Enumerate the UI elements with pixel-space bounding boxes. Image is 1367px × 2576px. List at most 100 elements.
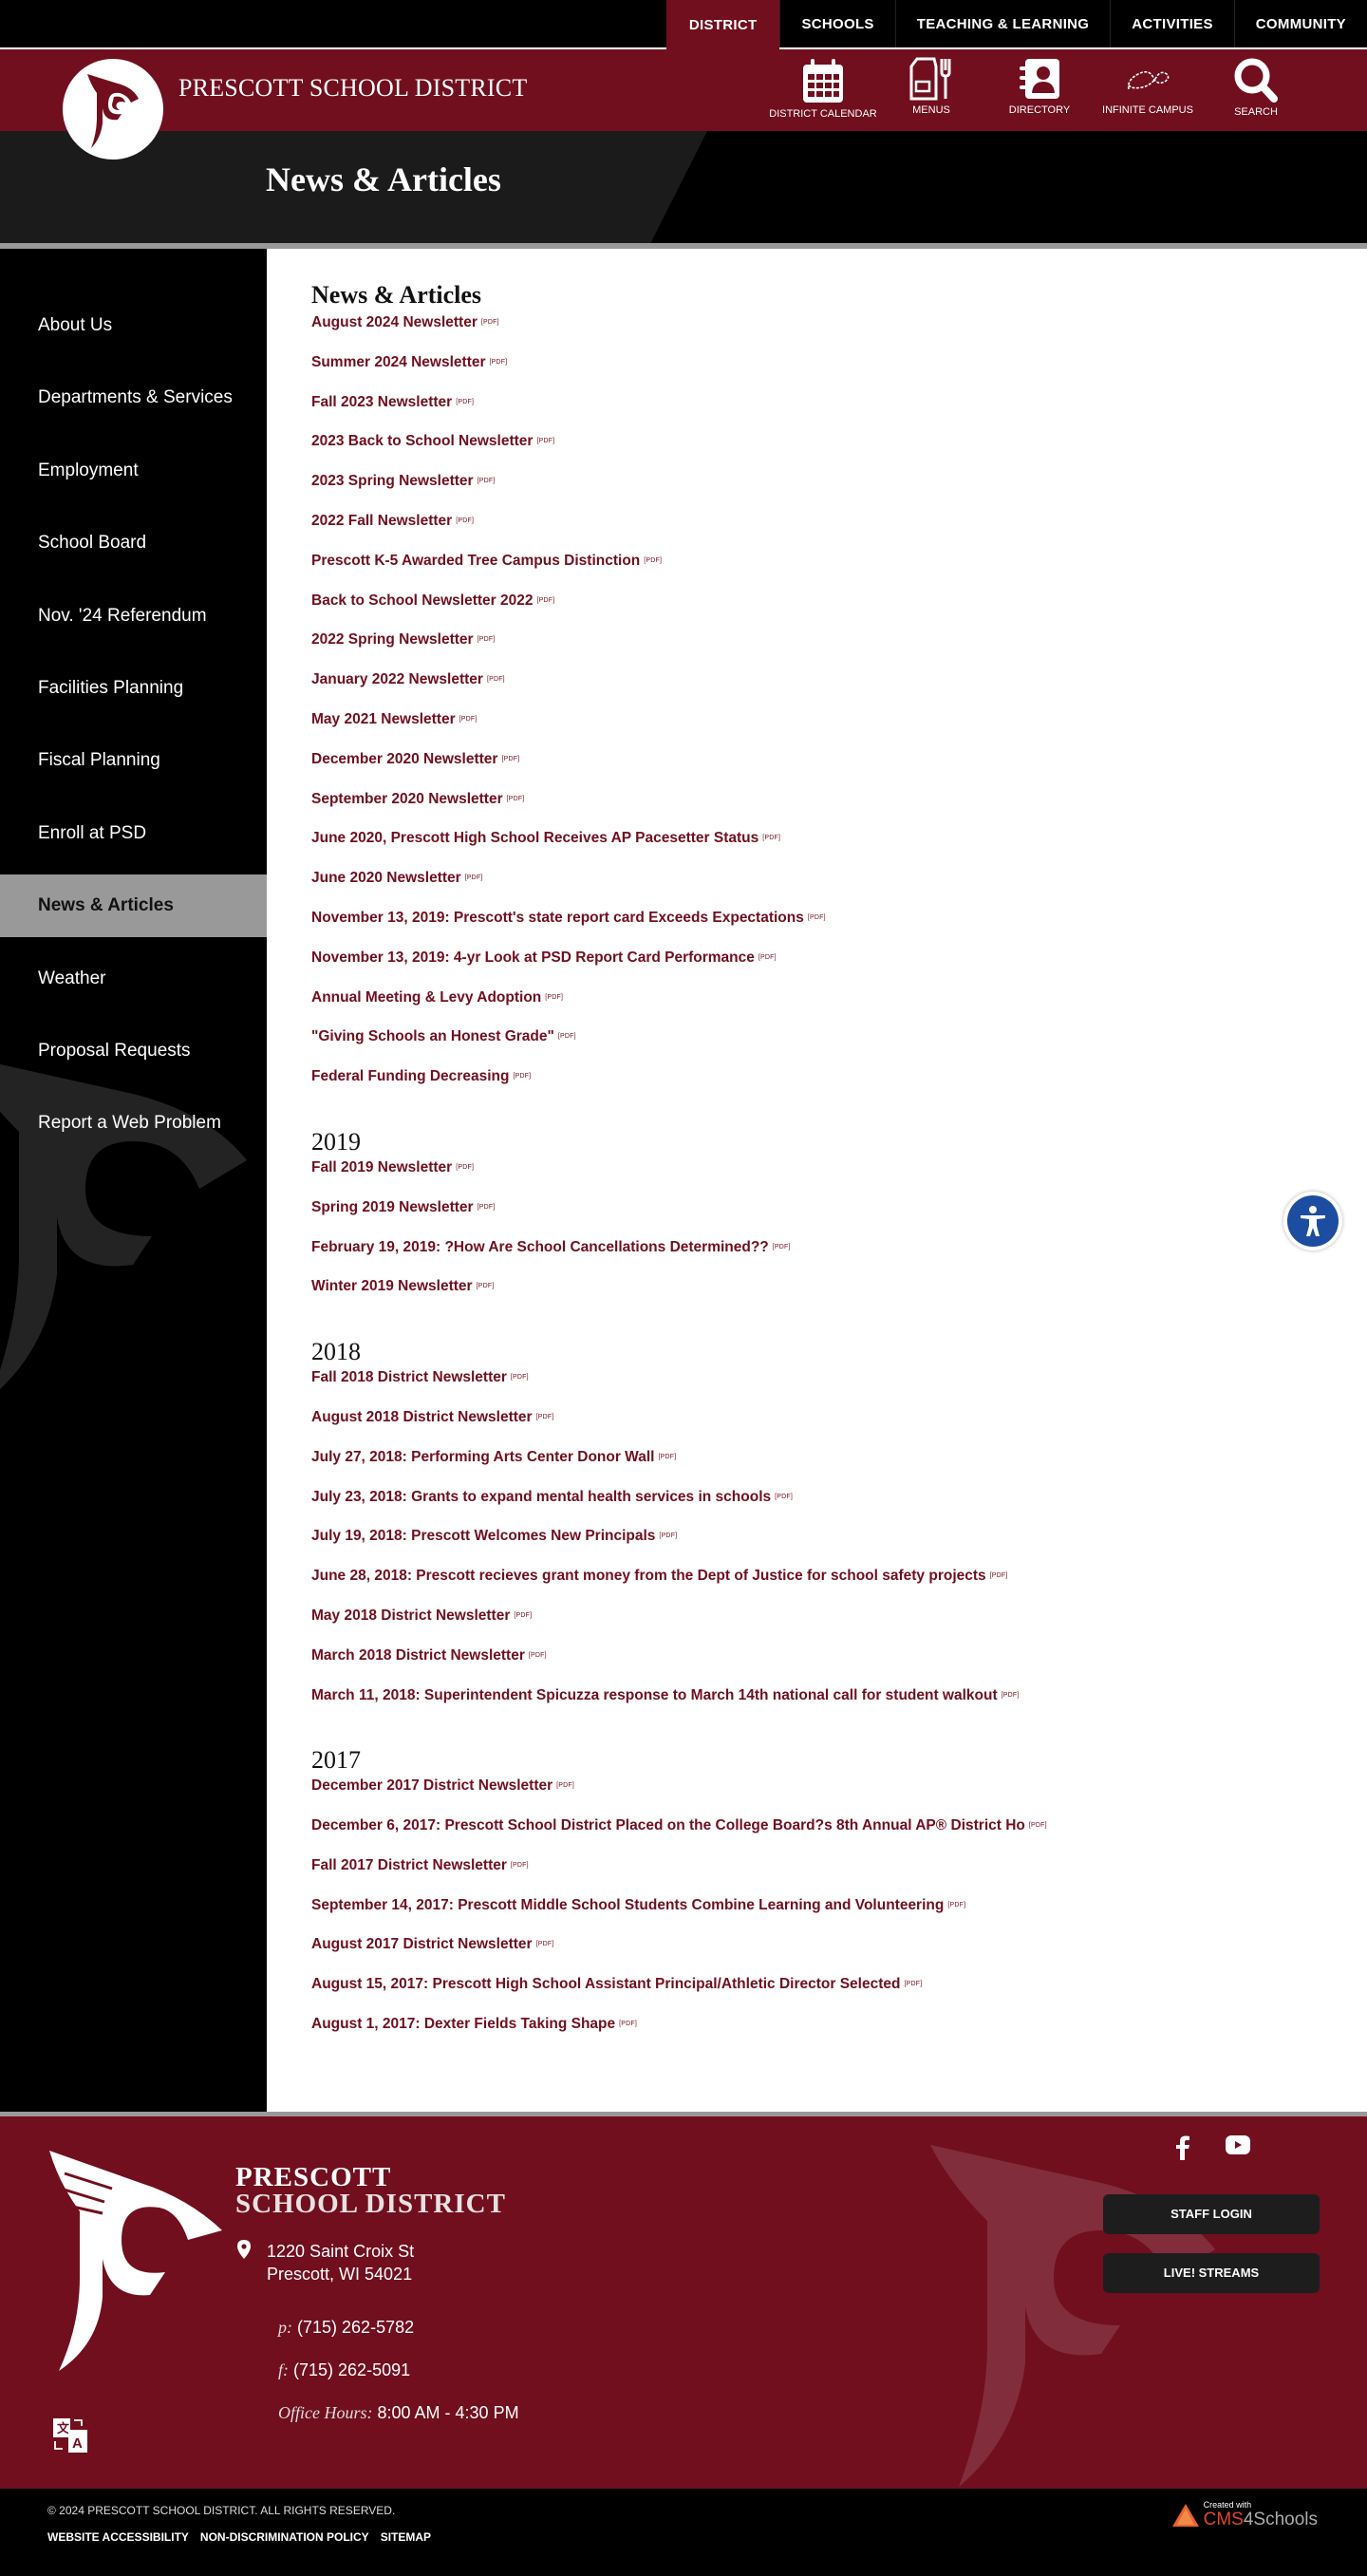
tab-teaching-learning[interactable]: TEACHING & LEARNING <box>894 0 1111 47</box>
sidebar-item-fiscal-planning[interactable]: Fiscal Planning <box>0 729 267 792</box>
accessibility-icon <box>1301 1206 1325 1236</box>
pdf-badge: [PDF] <box>772 1243 791 1250</box>
news-link[interactable]: 2023 Spring Newsletter [PDF] <box>311 472 1367 512</box>
tab-district[interactable]: DISTRICT <box>665 0 780 49</box>
news-link[interactable]: August 2024 Newsletter [PDF] <box>311 313 1367 353</box>
district-logo[interactable] <box>63 59 163 160</box>
news-link[interactable]: November 13, 2019: 4-yr Look at PSD Repo… <box>311 949 1367 988</box>
main-layout: About Us Departments & Services Employme… <box>0 249 1367 2112</box>
news-link[interactable]: August 2018 District Newsletter [PDF] <box>311 1408 1367 1448</box>
sidebar-item-about-us[interactable]: About Us <box>0 294 267 357</box>
sidebar-item-news-articles[interactable]: News & Articles <box>0 874 267 938</box>
non-discrimination-policy-link[interactable]: NON-DISCRIMINATION POLICY <box>200 2530 369 2544</box>
tab-community[interactable]: COMMUNITY <box>1233 0 1367 47</box>
news-link[interactable]: March 11, 2018: Superintendent Spicuzza … <box>311 1686 1367 1726</box>
news-link[interactable]: Winter 2019 Newsletter [PDF] <box>311 1277 1367 1317</box>
footer-phone[interactable]: p: (715) 262-5782 <box>278 2318 414 2338</box>
news-link[interactable]: 2022 Fall Newsletter [PDF] <box>311 512 1367 552</box>
news-link[interactable]: August 2017 District Newsletter [PDF] <box>311 1935 1367 1975</box>
news-link[interactable]: March 2018 District Newsletter [PDF] <box>311 1646 1367 1686</box>
news-link[interactable]: 2023 Back to School Newsletter [PDF] <box>311 432 1367 472</box>
news-link[interactable]: December 2017 District Newsletter [PDF] <box>311 1777 1367 1816</box>
news-link[interactable]: November 13, 2019: Prescott's state repo… <box>311 909 1367 949</box>
pdf-badge: [PDF] <box>456 398 475 405</box>
sidebar-item-proposal-requests[interactable]: Proposal Requests <box>0 1020 267 1082</box>
news-link-title: May 2018 District Newsletter <box>311 1608 511 1624</box>
news-link-title: 2023 Back to School Newsletter <box>311 433 534 450</box>
tab-schools[interactable]: SCHOOLS <box>779 0 894 47</box>
news-link[interactable]: July 23, 2018: Grants to expand mental h… <box>311 1488 1367 1528</box>
news-link[interactable]: December 2020 Newsletter [PDF] <box>311 750 1367 790</box>
infinite-campus-icon <box>1127 70 1170 90</box>
pdf-badge: [PDF] <box>477 1203 496 1211</box>
sidebar-item-weather[interactable]: Weather <box>0 948 267 1010</box>
translate-button[interactable]: 文 A <box>53 2417 89 2457</box>
news-link[interactable]: June 2020 Newsletter [PDF] <box>311 869 1367 909</box>
news-link[interactable]: Summer 2024 Newsletter [PDF] <box>311 353 1367 393</box>
news-link[interactable]: September 14, 2017: Prescott Middle Scho… <box>311 1896 1367 1936</box>
news-link[interactable]: August 1, 2017: Dexter Fields Taking Sha… <box>311 2015 1367 2055</box>
facebook-link[interactable] <box>1175 2135 1190 2160</box>
sidebar-item-report-web-problem[interactable]: Report a Web Problem <box>0 1092 267 1155</box>
pdf-badge: [PDF] <box>644 556 663 564</box>
sidebar-item-facilities-planning[interactable]: Facilities Planning <box>0 657 267 720</box>
youtube-link[interactable] <box>1226 2134 1250 2154</box>
sidebar-item-enroll[interactable]: Enroll at PSD <box>0 802 267 865</box>
news-link[interactable]: Spring 2019 Newsletter [PDF] <box>311 1198 1367 1238</box>
accessibility-button[interactable] <box>1283 1192 1342 1250</box>
news-link[interactable]: June 28, 2018: Prescott recieves grant m… <box>311 1567 1367 1607</box>
news-link[interactable]: August 15, 2017: Prescott High School As… <box>311 1975 1367 2015</box>
news-link[interactable]: July 27, 2018: Performing Arts Center Do… <box>311 1448 1367 1488</box>
news-link[interactable]: Fall 2017 District Newsletter [PDF] <box>311 1856 1367 1896</box>
page-hero: News & Articles <box>0 131 1367 243</box>
news-link[interactable]: Back to School Newsletter 2022 [PDF] <box>311 592 1367 631</box>
news-link-title: Fall 2018 District Newsletter <box>311 1369 507 1386</box>
news-link[interactable]: February 19, 2019: ?How Are School Cance… <box>311 1238 1367 1278</box>
cms4schools-badge[interactable]: Created with CMS4Schools <box>1171 2500 1318 2530</box>
sidebar-item-employment[interactable]: Employment <box>0 440 267 502</box>
news-link[interactable]: September 2020 Newsletter [PDF] <box>311 790 1367 830</box>
news-link-title: August 2017 District Newsletter <box>311 1936 533 1953</box>
news-link[interactable]: "Giving Schools an Honest Grade" [PDF] <box>311 1027 1367 1067</box>
news-link[interactable]: December 6, 2017: Prescott School Distri… <box>311 1816 1367 1856</box>
news-link[interactable]: June 2020, Prescott High School Receives… <box>311 829 1367 869</box>
news-link[interactable]: Fall 2018 District Newsletter [PDF] <box>311 1368 1367 1408</box>
news-link-title: November 13, 2019: 4-yr Look at PSD Repo… <box>311 949 755 966</box>
quicklink-search[interactable]: SEARCH <box>1202 57 1310 120</box>
news-link[interactable]: Prescott K-5 Awarded Tree Campus Distinc… <box>311 552 1367 592</box>
news-link-title: Fall 2019 Newsletter <box>311 1159 453 1176</box>
staff-login-button[interactable]: STAFF LOGIN <box>1103 2193 1320 2234</box>
pdf-badge: [PDF] <box>528 1651 547 1659</box>
news-link[interactable]: Annual Meeting & Levy Adoption [PDF] <box>311 988 1367 1028</box>
news-link[interactable]: 2022 Spring Newsletter [PDF] <box>311 630 1367 670</box>
news-link[interactable]: Fall 2023 Newsletter [PDF] <box>311 393 1367 433</box>
cardinal-logo-icon <box>49 2150 222 2371</box>
quicklink-district-calendar[interactable]: DISTRICT CALENDAR <box>769 57 877 120</box>
pdf-badge: [PDF] <box>510 1861 529 1869</box>
tab-activities[interactable]: ACTIVITIES <box>1110 0 1234 47</box>
news-link[interactable]: January 2022 Newsletter [PDF] <box>311 670 1367 710</box>
sidebar-item-referendum[interactable]: Nov. '24 Referendum <box>0 585 267 648</box>
footer-fax: f: (715) 262-5091 <box>278 2360 411 2379</box>
news-link[interactable]: Federal Funding Decreasing [PDF] <box>311 1067 1367 1107</box>
hero-title: News & Articles <box>266 160 501 198</box>
news-link[interactable]: Fall 2019 Newsletter [PDF] <box>311 1158 1367 1198</box>
news-link-title: November 13, 2019: Prescott's state repo… <box>311 910 804 927</box>
cardinal-logo-icon <box>87 74 139 148</box>
news-link-title: June 2020 Newsletter <box>311 870 461 887</box>
news-link[interactable]: May 2018 District Newsletter [PDF] <box>311 1607 1367 1646</box>
sitemap-link[interactable]: SITEMAP <box>381 2530 431 2544</box>
footer: PRESCOTT SCHOOL DISTRICT 1220 Saint Croi… <box>0 2115 1367 2489</box>
quicklink-directory[interactable]: DIRECTORY <box>985 57 1094 120</box>
news-link-title: July 23, 2018: Grants to expand mental h… <box>311 1488 772 1505</box>
live-streams-button[interactable]: LIVE! STREAMS <box>1103 2252 1320 2293</box>
quicklink-infinite-campus[interactable]: INFINITE CAMPUS <box>1094 57 1202 120</box>
news-link[interactable]: May 2021 Newsletter [PDF] <box>311 710 1367 750</box>
address-line2: Prescott, WI 54021 <box>267 2264 413 2284</box>
news-link[interactable]: July 19, 2018: Prescott Welcomes New Pri… <box>311 1527 1367 1567</box>
sidebar-item-school-board[interactable]: School Board <box>0 512 267 574</box>
sidebar-item-departments-services[interactable]: Departments & Services <box>0 367 267 429</box>
quick-links: DISTRICT CALENDAR MENUS DIRECTORY INFINI… <box>769 57 1310 120</box>
quicklink-menus[interactable]: MENUS <box>877 57 985 120</box>
website-accessibility-link[interactable]: WEBSITE ACCESSIBILITY <box>47 2530 189 2544</box>
